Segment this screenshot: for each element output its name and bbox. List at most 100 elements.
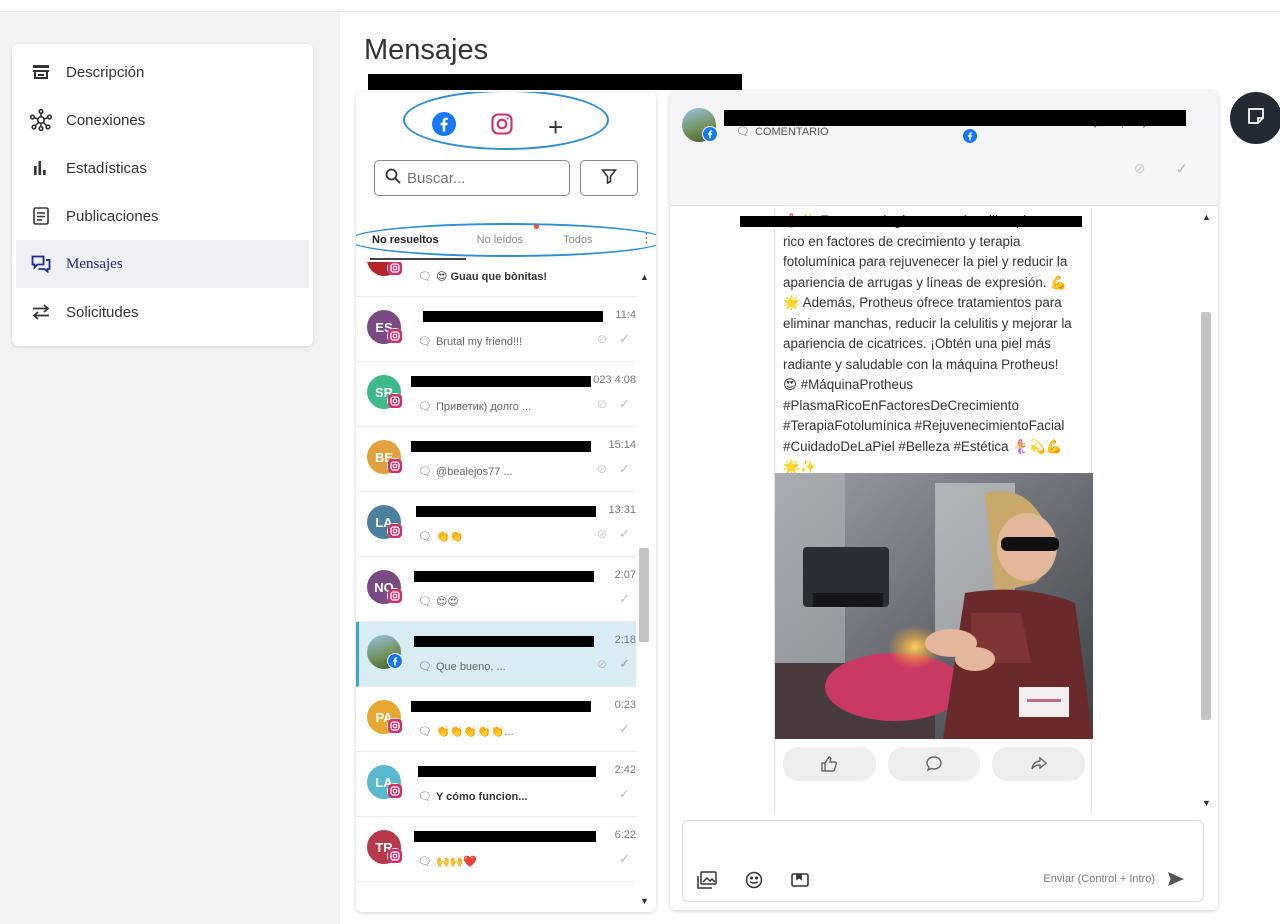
sidebar-item-publicaciones[interactable]: Publicaciones (16, 192, 309, 240)
scroll-up-arrow-icon[interactable]: ▲ (1202, 212, 1211, 222)
add-network-button[interactable]: + (548, 114, 563, 140)
sidebar-item-estadisticas[interactable]: Estadísticas (16, 144, 309, 192)
message-snippet: 🗨 Que bueno, ... (418, 660, 506, 674)
message-snippet: 🗨 😍😍 (418, 596, 459, 608)
instagram-icon (387, 393, 403, 409)
instagram-icon (387, 262, 403, 276)
comment-icon: 🗨 (418, 271, 432, 283)
sidebar-item-mensajes[interactable]: Mensajes (16, 240, 309, 288)
comment-icon: 🗨 (418, 726, 432, 738)
message-time: 11:4 (615, 309, 636, 321)
conversation-item[interactable]: NO 2:07 🗨 😍😍 ✓ (356, 557, 636, 622)
redacted-sender (414, 636, 594, 647)
sidebar-item-solicitudes[interactable]: Solicitudes (16, 288, 309, 336)
resolve-check-icon[interactable]: ✓ (619, 331, 630, 347)
hide-icon[interactable]: ⊘ (597, 332, 607, 346)
message-time: 13:31 (608, 504, 636, 516)
reaction-bar (783, 747, 1086, 781)
conversation-item[interactable]: PA 0:23 🗨 👏👏👏👏👏... ✓ (356, 687, 636, 752)
send-hint: Enviar (Control + Intro) (1043, 873, 1155, 885)
message-snippet: 🗨 😍 Guau que bònitas! (418, 271, 548, 283)
conversation-item[interactable]: LA 2:42 🗨 Y cómo funcion... ✓ (356, 752, 636, 817)
facebook-icon[interactable] (432, 112, 456, 141)
message-snippet: 🗨 👏👏 (418, 531, 464, 543)
resolve-check-icon[interactable]: ✓ (619, 786, 630, 802)
resolve-check-icon[interactable]: ✓ (619, 591, 630, 607)
redacted-sender (418, 766, 596, 777)
list-scroll-thumb[interactable] (639, 548, 649, 642)
image-gallery-icon[interactable] (697, 871, 717, 894)
reply-composer[interactable]: Enviar (Control + Intro) (682, 820, 1204, 902)
tab-todos[interactable]: Todos (563, 234, 592, 246)
comment-type-label: 🗨 COMENTARIO (736, 125, 829, 139)
post-header: 🗨COMENTARIO Loreto Calvo Estética y Maqu… (670, 90, 1218, 206)
redacted-sender (423, 311, 603, 322)
redacted-block (368, 74, 742, 90)
like-button[interactable] (783, 747, 876, 781)
comment-icon: 🗨 (736, 126, 750, 138)
message-time: 2:42 (614, 764, 636, 776)
sidebar-item-descripcion[interactable]: Descripción (16, 48, 309, 96)
row-actions: ✓ (619, 591, 630, 607)
message-time: 0:23 (614, 699, 636, 711)
resolve-check-icon[interactable]: ✓ (619, 721, 630, 737)
active-tab-underline (370, 258, 466, 260)
tab-no-leidos[interactable]: No leídos (477, 234, 523, 246)
conversation-item[interactable]: SR 023 4:08 🗨 Приветик) долго ... ⊘ ✓ (356, 362, 636, 427)
swap-arrows-icon (30, 301, 52, 323)
post-card: 🧜‍♀️✨ Esta tecnología avanzada utiliza p… (774, 208, 1093, 814)
conversation-item-selected[interactable]: 2:18 🗨 Que bueno, ... ⊘ ✓ (356, 622, 636, 687)
post-scroll-thumb[interactable] (1201, 312, 1211, 720)
send-button[interactable] (1167, 871, 1185, 892)
resolve-check-icon[interactable]: ✓ (619, 656, 630, 672)
redacted-sender (411, 376, 591, 387)
speech-bubble-icon (926, 756, 942, 772)
conversation-item[interactable]: 🗨 😍 Guau que bònitas! (356, 262, 636, 297)
resolve-check-icon[interactable]: ✓ (619, 526, 630, 542)
conversation-item[interactable]: LA 13:31 🗨 👏👏 ⊘ ✓ (356, 492, 636, 557)
sidebar-item-label: Descripción (66, 63, 145, 81)
conversation-item[interactable]: TR 6:22 🗨 🙌🙌❤️ ✓ (356, 817, 636, 882)
tab-no-resueltos[interactable]: No resueltos (372, 234, 439, 246)
row-actions: ✓ (619, 721, 630, 737)
filter-button[interactable] (580, 160, 638, 196)
conversation-item[interactable]: BE 15:14 🗨 @bealejos77 ... ⊘ ✓ (356, 427, 636, 492)
instagram-icon (387, 783, 403, 799)
search-input[interactable] (407, 169, 557, 187)
resolve-check-icon[interactable]: ✓ (1175, 160, 1188, 178)
sticky-note-icon (1246, 106, 1266, 131)
sidebar-item-conexiones[interactable]: Conexiones (16, 96, 309, 144)
message-time: 15:14 (608, 439, 636, 451)
network-icon (30, 109, 52, 131)
redacted-header (724, 110, 1186, 126)
facebook-icon (702, 126, 718, 142)
more-options-icon[interactable]: ⋮ (640, 230, 653, 246)
hide-icon[interactable]: ⊘ (597, 397, 607, 411)
resolve-check-icon[interactable]: ✓ (619, 396, 630, 412)
resolve-check-icon[interactable]: ✓ (619, 461, 630, 477)
sidebar-item-label: Conexiones (66, 111, 146, 129)
hide-icon[interactable]: ⊘ (1134, 160, 1146, 178)
hide-icon[interactable]: ⊘ (597, 657, 607, 671)
search-icon (385, 168, 401, 188)
comment-icon: 🗨 (418, 791, 432, 803)
share-button[interactable] (992, 747, 1086, 781)
redacted-text (740, 216, 1082, 227)
hide-icon[interactable]: ⊘ (597, 527, 607, 541)
redacted-sender (414, 831, 596, 842)
notes-button[interactable] (1230, 92, 1280, 144)
comment-button[interactable] (887, 747, 981, 781)
search-box[interactable] (374, 160, 570, 196)
scroll-down-arrow-icon[interactable]: ▼ (640, 896, 649, 906)
instagram-icon[interactable] (490, 112, 514, 141)
scroll-down-arrow-icon[interactable]: ▼ (1202, 798, 1211, 808)
attachment-icon[interactable] (791, 872, 809, 893)
sidebar-item-label: Publicaciones (66, 207, 159, 225)
document-icon (30, 205, 52, 227)
scroll-up-arrow-icon[interactable]: ▲ (640, 272, 649, 282)
resolve-check-icon[interactable]: ✓ (619, 851, 630, 867)
conversation-item[interactable]: ES 11:4 🗨 Brutal my friend!!! ⊘ ✓ (356, 297, 636, 362)
post-image[interactable] (775, 473, 1093, 739)
hide-icon[interactable]: ⊘ (597, 462, 607, 476)
emoji-icon[interactable] (745, 871, 763, 894)
